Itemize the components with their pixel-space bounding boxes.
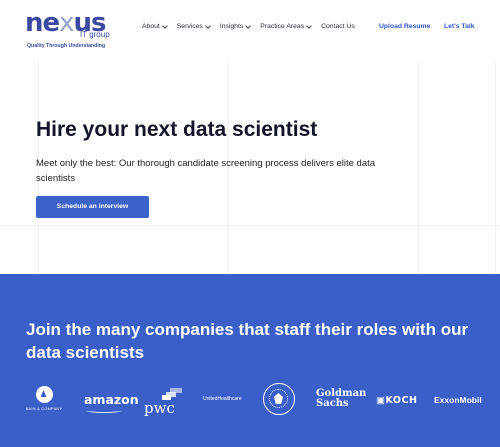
clients-title: Join the many companies that staff their… bbox=[26, 320, 469, 362]
client-logos: BAIN & COMPANY amazon pwc UnitedHealthca… bbox=[0, 383, 500, 431]
nav-item-services[interactable]: Services bbox=[177, 22, 211, 30]
nexus-logo[interactable]: nexus IT group Quality Through Understan… bbox=[22, 6, 122, 52]
main-nav: About Services Insights Practice Areas C… bbox=[142, 22, 365, 30]
grid-line bbox=[418, 60, 419, 274]
amazon-logo: amazon bbox=[84, 392, 139, 407]
pwc-logo: pwc bbox=[142, 388, 182, 418]
schedule-interview-button[interactable]: Schedule an interview bbox=[36, 196, 149, 218]
chevron-down-icon bbox=[245, 22, 252, 29]
federal-reserve-seal-icon bbox=[263, 383, 295, 415]
chevron-down-icon bbox=[204, 22, 211, 29]
grid-line bbox=[495, 60, 496, 274]
hero-title: Hire your next data scientist bbox=[36, 118, 318, 141]
koch-logo: ▣KOCH bbox=[376, 395, 418, 406]
logo-tagline: Quality Through Understanding bbox=[27, 43, 106, 49]
nav-item-contact-us[interactable]: Contact Us bbox=[321, 23, 355, 30]
unitedhealthcare-logo: UnitedHealthcare bbox=[203, 396, 242, 402]
amazon-smile-icon bbox=[86, 408, 122, 413]
bain-logo: BAIN & COMPANY bbox=[24, 386, 64, 411]
hero-subtitle: Meet only the best: Our thorough candida… bbox=[36, 158, 376, 184]
upload-resume-link[interactable]: Upload Resume bbox=[379, 23, 430, 30]
logo-subtitle: IT group bbox=[80, 30, 110, 39]
hero-section: Hire your next data scientist Meet only … bbox=[0, 60, 500, 274]
nav-item-about[interactable]: About bbox=[142, 22, 168, 30]
exxonmobil-logo: ExxonMobil bbox=[434, 395, 482, 405]
clients-section: Join the many companies that staff their… bbox=[0, 274, 500, 447]
goldman-sachs-logo: Goldman Sachs bbox=[316, 388, 367, 409]
grid-line bbox=[0, 225, 500, 226]
lets-talk-link[interactable]: Let's Talk bbox=[444, 23, 475, 30]
chevron-down-icon bbox=[161, 22, 168, 29]
nav-item-insights[interactable]: Insights bbox=[220, 22, 252, 30]
nav-item-practice-areas[interactable]: Practice Areas bbox=[260, 22, 312, 30]
bain-mark-icon bbox=[35, 386, 53, 403]
chevron-down-icon bbox=[306, 22, 312, 29]
site-header: nexus IT group Quality Through Understan… bbox=[0, 0, 500, 60]
